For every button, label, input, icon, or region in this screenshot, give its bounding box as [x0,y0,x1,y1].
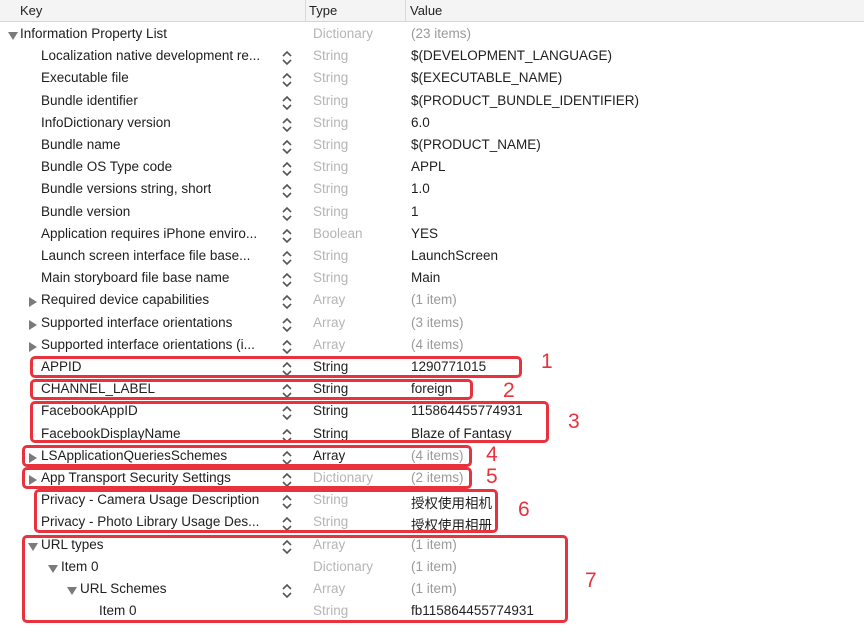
row-value[interactable]: (3 items) [411,315,464,330]
key-selector-stepper-icon[interactable] [281,49,293,67]
row-key[interactable]: Executable file [41,70,129,85]
disclosure-expanded-icon[interactable] [8,32,18,40]
row-value[interactable]: YES [411,226,438,241]
row-type[interactable]: Array [313,337,345,352]
type-column-header[interactable]: Type [309,3,337,18]
row-value[interactable]: (1 item) [411,292,457,307]
row-key[interactable]: Supported interface orientations (i... [41,337,255,352]
annotation-number-6: 6 [518,498,530,521]
row-key[interactable]: Main storyboard file base name [41,270,229,285]
row-key[interactable]: Application requires iPhone enviro... [41,226,257,241]
plist-row[interactable]: Bundle version String 1 [0,202,864,224]
row-value[interactable]: 6.0 [411,115,430,130]
row-key[interactable]: InfoDictionary version [41,115,171,130]
column-divider[interactable] [305,0,306,21]
key-selector-stepper-icon[interactable] [281,138,293,156]
annotation-number-1: 1 [541,350,553,373]
row-value[interactable]: $(EXECUTABLE_NAME) [411,70,562,85]
row-type[interactable]: String [313,159,348,174]
row-key[interactable]: Bundle OS Type code [41,159,172,174]
annotation-number-7: 7 [585,569,597,592]
annotation-number-3: 3 [568,410,580,433]
plist-row[interactable]: Localization native development re... Str… [0,46,864,68]
disclosure-collapsed-icon[interactable] [29,341,37,352]
row-key[interactable]: Bundle version [41,204,130,219]
row-key[interactable]: Supported interface orientations [41,315,232,330]
annotation-number-5: 5 [486,465,498,488]
column-header-bar: Key Type Value [0,0,864,22]
row-type[interactable]: String [313,248,348,263]
plist-row[interactable]: Bundle versions string, short String 1.0 [0,179,864,201]
plist-row[interactable]: Supported interface orientations Array (3 … [0,313,864,335]
key-selector-stepper-icon[interactable] [281,116,293,134]
plist-row[interactable]: Application requires iPhone enviro... Boo… [0,224,864,246]
row-type[interactable]: String [313,48,348,63]
row-value[interactable]: Main [411,270,440,285]
key-selector-stepper-icon[interactable] [281,160,293,178]
row-key[interactable]: Bundle versions string, short [41,181,211,196]
value-column-header[interactable]: Value [410,3,442,18]
key-selector-stepper-icon[interactable] [281,94,293,112]
disclosure-collapsed-icon[interactable] [29,297,37,308]
annotation-box-4 [22,445,472,467]
key-selector-stepper-icon[interactable] [281,338,293,356]
key-selector-stepper-icon[interactable] [281,182,293,200]
row-value[interactable]: $(PRODUCT_BUNDLE_IDENTIFIER) [411,93,639,108]
row-key[interactable]: Required device capabilities [41,292,209,307]
row-type[interactable]: Array [313,315,345,330]
row-key[interactable]: Launch screen interface file base... [41,248,250,263]
row-value[interactable]: 1.0 [411,181,430,196]
row-value[interactable]: $(DEVELOPMENT_LANGUAGE) [411,48,612,63]
annotation-box-5 [22,467,472,489]
plist-row[interactable]: Executable file String $(EXECUTABLE_NAME) [0,68,864,90]
row-type[interactable]: String [313,115,348,130]
row-type[interactable]: String [313,93,348,108]
plist-row[interactable]: Information Property List Dictionary (23 i… [0,24,864,46]
key-selector-stepper-icon[interactable] [281,293,293,311]
row-type[interactable]: String [313,181,348,196]
plist-row[interactable]: InfoDictionary version String 6.0 [0,113,864,135]
annotation-box-3 [30,401,549,443]
plist-row[interactable]: Bundle identifier String $(PRODUCT_BUNDLE_… [0,91,864,113]
row-key[interactable]: Information Property List [20,26,167,41]
row-type[interactable]: Dictionary [313,26,373,41]
key-selector-stepper-icon[interactable] [281,205,293,223]
annotation-number-2: 2 [503,379,515,402]
key-selector-stepper-icon[interactable] [281,249,293,267]
plist-row[interactable]: Required device capabilities Array (1 item… [0,290,864,312]
key-selector-stepper-icon[interactable] [281,71,293,89]
column-divider[interactable] [405,0,406,21]
annotation-box-1 [30,356,522,378]
plist-row[interactable]: Bundle OS Type code String APPL [0,157,864,179]
row-key[interactable]: Bundle name [41,137,121,152]
annotation-box-6 [34,489,498,533]
row-value[interactable]: 1 [411,204,419,219]
row-value[interactable]: (23 items) [411,26,471,41]
row-value[interactable]: LaunchScreen [411,248,498,263]
disclosure-collapsed-icon[interactable] [29,319,37,330]
annotation-box-2 [30,379,473,400]
row-type[interactable]: String [313,70,348,85]
row-value[interactable]: APPL [411,159,446,174]
plist-row[interactable]: Bundle name String $(PRODUCT_NAME) [0,135,864,157]
row-type[interactable]: String [313,137,348,152]
annotation-number-4: 4 [486,443,498,466]
key-selector-stepper-icon[interactable] [281,271,293,289]
key-column-header[interactable]: Key [20,3,42,18]
row-type[interactable]: String [313,270,348,285]
row-type[interactable]: Array [313,292,345,307]
key-selector-stepper-icon[interactable] [281,227,293,245]
plist-row[interactable]: Main storyboard file base name String Main [0,268,864,290]
row-type[interactable]: Boolean [313,226,363,241]
key-selector-stepper-icon[interactable] [281,316,293,334]
row-value[interactable]: (4 items) [411,337,464,352]
row-type[interactable]: String [313,204,348,219]
annotation-box-7 [22,535,568,623]
row-key[interactable]: Bundle identifier [41,93,138,108]
row-value[interactable]: $(PRODUCT_NAME) [411,137,541,152]
row-key[interactable]: Localization native development re... [41,48,260,63]
plist-row[interactable]: Supported interface orientations (i... Ar… [0,335,864,357]
plist-row[interactable]: Launch screen interface file base... Stri… [0,246,864,268]
